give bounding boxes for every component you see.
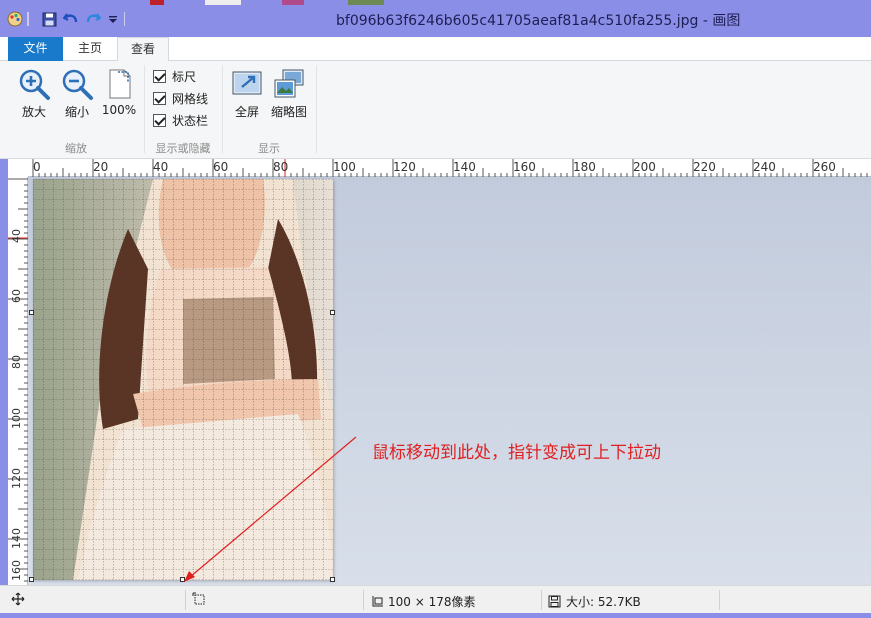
vruler-label: 140 [10,528,23,549]
vruler-label: 40 [10,229,23,243]
window-frame-left [0,159,8,585]
title-bar: bf096b63f6246b605c41705aeaf81a4c510fa255… [0,0,871,37]
hruler-label: 200 [633,160,656,174]
group-separator [144,65,145,153]
zoom-in-label: 放大 [21,105,46,119]
paint-window: bf096b63f6246b605c41705aeaf81a4c510fa255… [0,0,871,618]
status-separator [363,590,364,610]
vruler-label: 120 [10,468,23,489]
vertical-ruler: 40 60 80 100 120 140 160 [8,177,28,585]
file-size-status: 大小: 52.7KB [548,593,641,610]
hruler-label: 220 [693,160,716,174]
display-group-label: 显示 [258,142,280,155]
tab-home[interactable]: 主页 [64,37,116,61]
zoom-in-button[interactable]: 放大 [14,67,54,120]
hruler-label: 100 [333,160,356,174]
group-separator [222,65,223,153]
zoom-group-label: 缩放 [65,142,87,155]
status-separator [719,590,720,610]
zoom-out-button[interactable]: 缩小 [57,67,97,120]
cursor-position-icon [11,592,25,606]
disk-icon [548,595,561,608]
taskbar-thumbnail [150,0,164,5]
horizontal-ruler: 0 20 40 60 80 100 120 140 160 180 200 22… [28,159,871,177]
image-size-text: 100 × 178像素 [388,595,476,609]
quick-access-separator [27,12,29,26]
window-frame-bottom [0,613,871,618]
ruler-corner [8,159,28,177]
actual-size-label: 100% [101,103,137,117]
thumbnail-button[interactable]: 缩略图 [269,67,309,120]
taskbar-thumbnail [205,0,241,5]
zoom-out-label: 缩小 [64,105,89,119]
taskbar-thumbnail [348,0,384,5]
file-size-text: 大小: 52.7KB [566,595,641,609]
gridlines-check-icon [153,91,166,105]
zoom-in-icon [17,67,51,101]
selection-size-icon [192,592,206,606]
hruler-label: 260 [813,160,836,174]
resize-handle-bottom-left[interactable] [29,577,34,582]
thumbnail-label: 缩略图 [270,105,307,119]
ruler-checkbox[interactable]: 标尺 [153,68,196,84]
customize-dropdown-icon[interactable] [104,10,122,28]
ruler-checkbox-label: 标尺 [172,69,197,84]
ribbon-view-panel: 放大 缩小 100% 缩放 标尺 网格线 状态栏 显示或隐藏 全屏 缩略图 显示 [0,61,871,159]
title-separator [124,12,125,26]
hruler-label: 60 [213,160,229,174]
canvas-workspace[interactable] [28,177,871,585]
hruler-label: 180 [573,160,596,174]
actual-size-button[interactable]: 100% [99,67,139,117]
actual-size-icon [102,67,136,101]
hruler-label: 40 [153,160,169,174]
window-title: bf096b63f6246b605c41705aeaf81a4c510fa255… [336,13,741,29]
statusbar-checkbox[interactable]: 状态栏 [153,112,208,128]
hruler-label: 120 [393,160,416,174]
gridlines-checkbox-label: 网格线 [172,91,209,106]
vruler-label: 160 [10,560,23,581]
hruler-label: 20 [93,160,109,174]
hruler-label: 0 [33,160,41,174]
fullscreen-label: 全屏 [234,105,259,119]
hruler-label: 140 [453,160,476,174]
tab-file[interactable]: 文件 [8,37,63,61]
vruler-label: 60 [10,289,23,303]
redo-icon[interactable] [84,10,102,28]
image-size-icon [372,595,383,606]
ribbon-tab-bar: 文件 主页 查看 [0,37,871,62]
fullscreen-icon [230,67,264,101]
resize-handle-bottom[interactable] [180,577,185,582]
status-separator [185,590,186,610]
statusbar-check-icon [153,113,166,127]
thumbnail-icon [272,67,306,101]
resize-handle-left[interactable] [29,310,34,315]
tab-view[interactable]: 查看 [117,37,169,62]
hruler-label: 80 [273,160,289,174]
ruler-check-icon [153,69,166,83]
zoom-out-icon [60,67,94,101]
resize-handle-bottom-right[interactable] [330,577,335,582]
annotation-text: 鼠标移动到此处，指针变成可上下拉动 [372,443,661,463]
undo-icon[interactable] [62,10,80,28]
fullscreen-button[interactable]: 全屏 [227,67,267,120]
vruler-label: 80 [10,355,23,369]
image-canvas[interactable] [33,179,333,580]
save-icon[interactable] [40,10,58,28]
image-size-status: 100 × 178像素 [370,593,476,610]
show-hide-group-label: 显示或隐藏 [155,142,211,155]
status-separator [541,590,542,610]
statusbar-checkbox-label: 状态栏 [172,113,209,128]
hruler-label: 240 [753,160,776,174]
resize-handle-right[interactable] [330,310,335,315]
hruler-label: 160 [513,160,536,174]
group-separator [316,65,317,153]
taskbar-thumbnail [282,0,304,5]
status-bar: 100 × 178像素 大小: 52.7KB [0,585,871,613]
paint-app-icon[interactable] [6,10,24,28]
vruler-label: 100 [10,408,23,429]
photo-image [33,179,333,580]
gridlines-checkbox[interactable]: 网格线 [153,90,208,106]
